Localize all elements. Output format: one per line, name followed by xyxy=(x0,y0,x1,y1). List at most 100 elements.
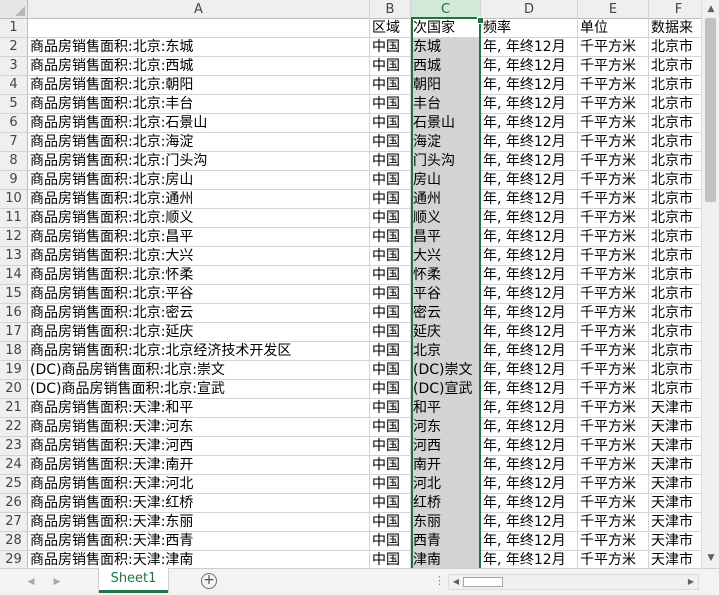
row-header[interactable]: 9 xyxy=(0,171,28,190)
cell-c4[interactable]: 朝阳 xyxy=(411,76,481,95)
cell-e4[interactable]: 千平方米 xyxy=(578,76,649,95)
tab-split-handle-icon[interactable]: ⋮ xyxy=(434,574,445,587)
cell-e9[interactable]: 千平方米 xyxy=(578,171,649,190)
cell-a8[interactable]: 商品房销售面积:北京:门头沟 xyxy=(28,152,370,171)
row-header[interactable]: 22 xyxy=(0,418,28,437)
cell-b12[interactable]: 中国 xyxy=(370,228,411,247)
cell-b27[interactable]: 中国 xyxy=(370,513,411,532)
row-header[interactable]: 16 xyxy=(0,304,28,323)
column-header-d[interactable]: D xyxy=(481,0,578,19)
cell-a3[interactable]: 商品房销售面积:北京:西城 xyxy=(28,57,370,76)
cell-b5[interactable]: 中国 xyxy=(370,95,411,114)
cell-e2[interactable]: 千平方米 xyxy=(578,38,649,57)
row-header[interactable]: 26 xyxy=(0,494,28,513)
cell-d12[interactable]: 年, 年终12月 xyxy=(481,228,578,247)
cell-a28[interactable]: 商品房销售面积:天津:西青 xyxy=(28,532,370,551)
row-header[interactable]: 28 xyxy=(0,532,28,551)
row-header[interactable]: 8 xyxy=(0,152,28,171)
cell-e27[interactable]: 千平方米 xyxy=(578,513,649,532)
cell-d18[interactable]: 年, 年终12月 xyxy=(481,342,578,361)
cell-d26[interactable]: 年, 年终12月 xyxy=(481,494,578,513)
cell-e18[interactable]: 千平方米 xyxy=(578,342,649,361)
scroll-left-icon[interactable]: ◀ xyxy=(449,575,463,589)
cell-d19[interactable]: 年, 年终12月 xyxy=(481,361,578,380)
cell-a5[interactable]: 商品房销售面积:北京:丰台 xyxy=(28,95,370,114)
row-header[interactable]: 27 xyxy=(0,513,28,532)
scroll-right-icon[interactable]: ▶ xyxy=(684,575,698,589)
cell-a12[interactable]: 商品房销售面积:北京:昌平 xyxy=(28,228,370,247)
column-header-e[interactable]: E xyxy=(578,0,649,19)
cell-b15[interactable]: 中国 xyxy=(370,285,411,304)
cell-e19[interactable]: 千平方米 xyxy=(578,361,649,380)
cell-e11[interactable]: 千平方米 xyxy=(578,209,649,228)
cell-b4[interactable]: 中国 xyxy=(370,76,411,95)
cell-d1[interactable]: 频率 xyxy=(481,19,578,38)
cell-b19[interactable]: 中国 xyxy=(370,361,411,380)
fill-handle[interactable] xyxy=(477,17,484,24)
column-header-f[interactable]: F xyxy=(649,0,701,19)
cell-c26[interactable]: 红桥 xyxy=(411,494,481,513)
cell-f8[interactable]: 北京市 xyxy=(649,152,701,171)
select-all-corner[interactable] xyxy=(0,0,28,19)
cell-c13[interactable]: 大兴 xyxy=(411,247,481,266)
cell-a27[interactable]: 商品房销售面积:天津:东丽 xyxy=(28,513,370,532)
cell-f27[interactable]: 天津市 xyxy=(649,513,701,532)
row-header[interactable]: 15 xyxy=(0,285,28,304)
cell-a11[interactable]: 商品房销售面积:北京:顺义 xyxy=(28,209,370,228)
cell-a17[interactable]: 商品房销售面积:北京:延庆 xyxy=(28,323,370,342)
row-header[interactable]: 21 xyxy=(0,399,28,418)
cell-a22[interactable]: 商品房销售面积:天津:河东 xyxy=(28,418,370,437)
cell-c22[interactable]: 河东 xyxy=(411,418,481,437)
cell-b20[interactable]: 中国 xyxy=(370,380,411,399)
cell-f16[interactable]: 北京市 xyxy=(649,304,701,323)
row-header[interactable]: 14 xyxy=(0,266,28,285)
cell-c9[interactable]: 房山 xyxy=(411,171,481,190)
cell-d7[interactable]: 年, 年终12月 xyxy=(481,133,578,152)
cell-e12[interactable]: 千平方米 xyxy=(578,228,649,247)
cell-b2[interactable]: 中国 xyxy=(370,38,411,57)
cell-e10[interactable]: 千平方米 xyxy=(578,190,649,209)
cell-c10[interactable]: 通州 xyxy=(411,190,481,209)
cell-d2[interactable]: 年, 年终12月 xyxy=(481,38,578,57)
cell-a10[interactable]: 商品房销售面积:北京:通州 xyxy=(28,190,370,209)
cell-c23[interactable]: 河西 xyxy=(411,437,481,456)
row-header[interactable]: 6 xyxy=(0,114,28,133)
row-header[interactable]: 1 xyxy=(0,19,28,38)
nav-left-icon[interactable]: ◀ xyxy=(24,574,38,590)
cell-f4[interactable]: 北京市 xyxy=(649,76,701,95)
cell-b18[interactable]: 中国 xyxy=(370,342,411,361)
row-header[interactable]: 7 xyxy=(0,133,28,152)
cell-e13[interactable]: 千平方米 xyxy=(578,247,649,266)
cell-e22[interactable]: 千平方米 xyxy=(578,418,649,437)
cell-c11[interactable]: 顺义 xyxy=(411,209,481,228)
cell-b24[interactable]: 中国 xyxy=(370,456,411,475)
cell-c19[interactable]: (DC)崇文 xyxy=(411,361,481,380)
cell-f5[interactable]: 北京市 xyxy=(649,95,701,114)
cell-a20[interactable]: (DC)商品房销售面积:北京:宣武 xyxy=(28,380,370,399)
cell-a25[interactable]: 商品房销售面积:天津:河北 xyxy=(28,475,370,494)
column-header-c[interactable]: C xyxy=(411,0,481,19)
spreadsheet-grid[interactable]: A B C D E F 1 区域 次国家 频率 单位 数据来 2 商品房销售面积:北京:东城 中国 东城 年, … xyxy=(0,0,701,568)
cell-d21[interactable]: 年, 年终12月 xyxy=(481,399,578,418)
cell-c2[interactable]: 东城 xyxy=(411,38,481,57)
cell-f6[interactable]: 北京市 xyxy=(649,114,701,133)
cell-b23[interactable]: 中国 xyxy=(370,437,411,456)
cell-e17[interactable]: 千平方米 xyxy=(578,323,649,342)
cell-b8[interactable]: 中国 xyxy=(370,152,411,171)
cell-f17[interactable]: 北京市 xyxy=(649,323,701,342)
cell-f29[interactable]: 天津市 xyxy=(649,551,701,568)
cell-c27[interactable]: 东丽 xyxy=(411,513,481,532)
cell-b13[interactable]: 中国 xyxy=(370,247,411,266)
cell-d11[interactable]: 年, 年终12月 xyxy=(481,209,578,228)
cell-c1[interactable]: 次国家 xyxy=(411,19,481,38)
cell-f11[interactable]: 北京市 xyxy=(649,209,701,228)
vertical-scrollbar[interactable]: ▲ ▼ xyxy=(701,0,719,568)
cell-c17[interactable]: 延庆 xyxy=(411,323,481,342)
row-header[interactable]: 12 xyxy=(0,228,28,247)
cell-d20[interactable]: 年, 年终12月 xyxy=(481,380,578,399)
cell-f14[interactable]: 北京市 xyxy=(649,266,701,285)
cell-e26[interactable]: 千平方米 xyxy=(578,494,649,513)
cell-a9[interactable]: 商品房销售面积:北京:房山 xyxy=(28,171,370,190)
cell-b16[interactable]: 中国 xyxy=(370,304,411,323)
cell-a24[interactable]: 商品房销售面积:天津:南开 xyxy=(28,456,370,475)
